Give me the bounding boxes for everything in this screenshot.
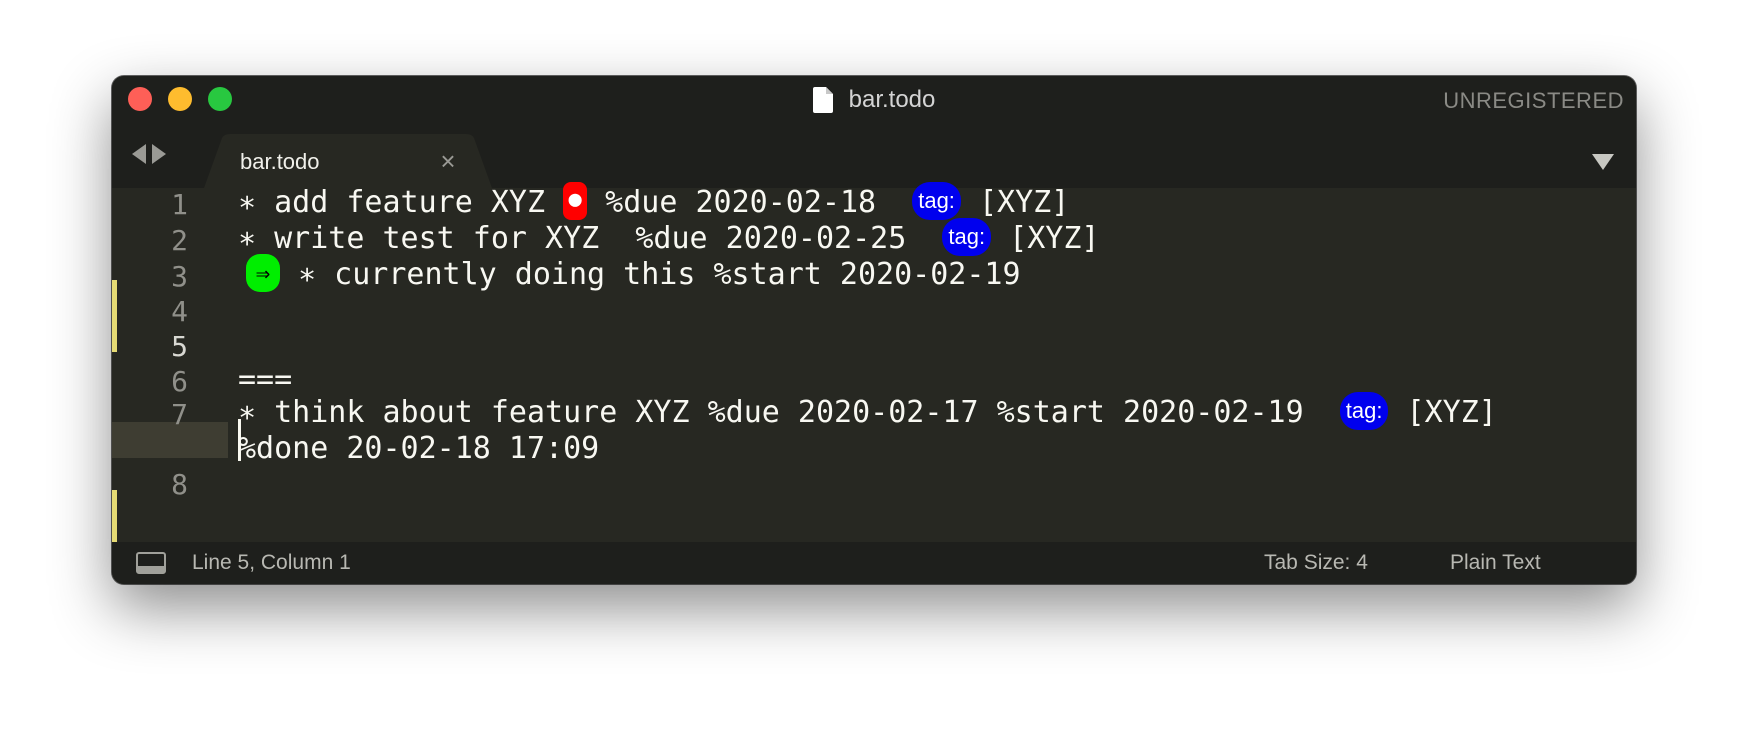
line-number: 6 (171, 365, 188, 398)
code-line-1: ∗ add feature XYZ ● %due 2020-02-18 tag:… (238, 181, 1070, 220)
line-7-tag-value: [XYZ] (1388, 395, 1497, 430)
unregistered-label: UNREGISTERED (1443, 88, 1624, 113)
document-icon (812, 87, 833, 113)
line-1-tag-value: [XYZ] (960, 185, 1070, 220)
due-marker-badge: ● (563, 181, 588, 220)
tab-label: bar.todo (240, 149, 320, 174)
line-number: 7 (171, 398, 188, 431)
tag-badge: tag: (1339, 391, 1389, 430)
window-title-text: bar.todo (848, 86, 936, 113)
tag-badge: tag: (912, 181, 961, 220)
tab-navigation (132, 144, 166, 164)
tab-dropdown-icon[interactable] (1592, 154, 1614, 170)
line-2-text: ∗ write test for XYZ %due 2020-02-25 (238, 221, 943, 256)
editor-window: bar.todo UNREGISTERED bar.todo × 1 2 3 4… (112, 76, 1636, 584)
modified-line-marker (112, 280, 117, 316)
line-number: 2 (171, 224, 188, 257)
close-tab-icon[interactable]: × (434, 147, 462, 175)
status-bar: Line 5, Column 1 Tab Size: 4 Plain Text (112, 542, 1636, 584)
line-number: 8 (171, 468, 188, 501)
line-number: 1 (171, 188, 188, 221)
line-number: 4 (171, 295, 188, 328)
tag-badge: tag: (942, 217, 992, 256)
line-1-text: ∗ add feature XYZ (238, 185, 564, 220)
window-title: bar.todo (112, 76, 1636, 124)
line-7-text: ∗ think about feature XYZ %due 2020-02-1… (238, 395, 1340, 430)
modified-line-marker (112, 316, 117, 352)
code-line-7-wrap: %done 20-02-18 17:09 (238, 431, 600, 466)
code-line-2: ∗ write test for XYZ %due 2020-02-25 tag… (238, 217, 1100, 256)
line-number: 5 (171, 330, 188, 363)
code-line-6: === (238, 362, 293, 397)
line-number: 3 (171, 260, 188, 293)
line-3-text: ∗ currently doing this %start 2020-02-19 (280, 257, 1021, 292)
text-editor[interactable]: 1 2 3 4 5 6 7 8 ∗ add feature XYZ ● %due… (112, 181, 1636, 560)
line-2-tag-value: [XYZ] (991, 221, 1100, 256)
tab-bar-todo[interactable]: bar.todo × (204, 134, 538, 188)
start-marker-badge: ⇒ (246, 253, 280, 292)
title-bar: bar.todo UNREGISTERED (112, 76, 1636, 124)
next-tab-icon[interactable] (152, 144, 166, 164)
cursor-position: Line 5, Column 1 (192, 551, 351, 574)
tab-bar: bar.todo × (112, 124, 1636, 188)
tab-size-selector[interactable]: Tab Size: 4 (1264, 542, 1368, 584)
syntax-selector[interactable]: Plain Text (1450, 542, 1541, 584)
code-line-3: ⇒ ∗ currently doing this %start 2020-02-… (246, 253, 1021, 292)
line-1-due: %due 2020-02-18 (587, 185, 913, 220)
panel-toggle-icon[interactable] (136, 552, 166, 574)
code-line-7: ∗ think about feature XYZ %due 2020-02-1… (238, 391, 1497, 430)
previous-tab-icon[interactable] (132, 144, 146, 164)
